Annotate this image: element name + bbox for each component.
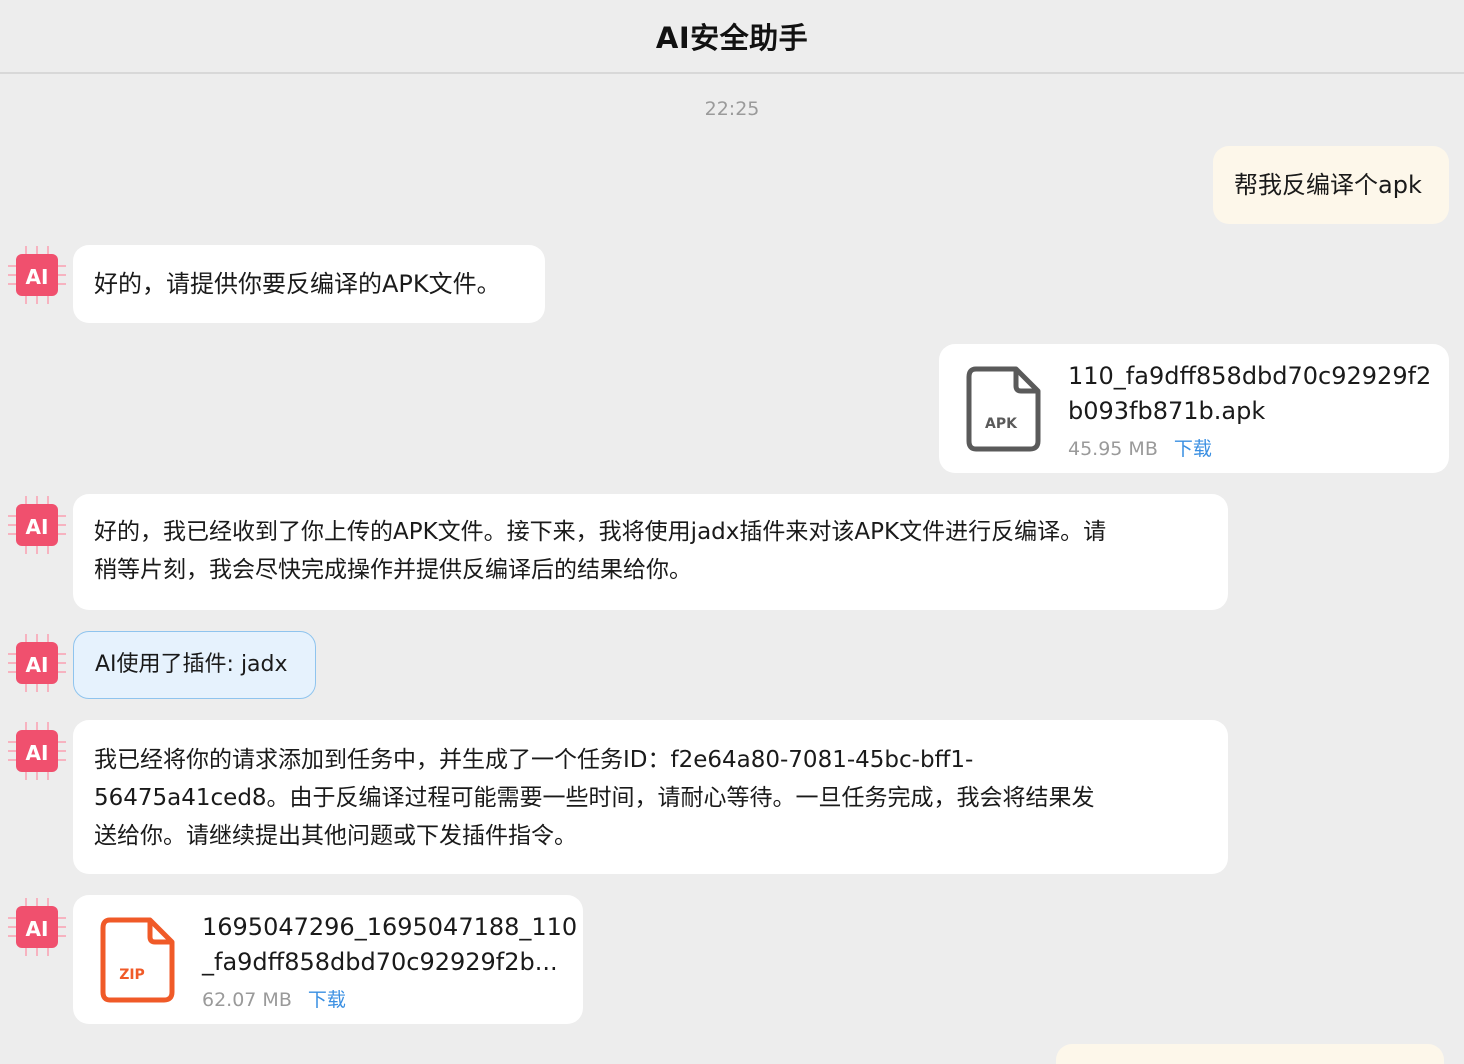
apk-file-icon: APK	[966, 366, 1041, 452]
plugin-notice-bubble: AI使用了插件: jadx	[73, 631, 316, 699]
ai-message-line: 送给你。请继续提出其他问题或下发插件指令。	[94, 823, 577, 849]
chat-title: AI安全助手	[655, 21, 809, 55]
svg-text:APK: APK	[985, 416, 1018, 432]
ai-message-bubble[interactable]: 好的，我已经收到了你上传的APK文件。接下来，我将使用jadx插件来对该APK文…	[73, 494, 1228, 610]
svg-text:AI: AI	[26, 917, 49, 941]
user-file-message[interactable]: APK 110_fa9dff858dbd70c92929f2 b093fb871…	[939, 344, 1449, 473]
ai-chip-avatar-icon: AI	[8, 496, 66, 554]
file-name: 1695047296_1695047188_110	[202, 913, 578, 941]
download-link[interactable]: 下载	[1174, 438, 1212, 460]
ai-chip-avatar-icon: AI	[8, 722, 66, 780]
svg-text:AI: AI	[26, 265, 49, 289]
file-name-cont: _fa9dff858dbd70c92929f2b...	[202, 948, 558, 976]
ai-chip-avatar-icon: AI	[8, 246, 66, 304]
ai-chip-avatar-icon: AI	[8, 634, 66, 692]
ai-message-line: 我已经将你的请求添加到任务中，并生成了一个任务ID：f2e64a80-7081-…	[94, 747, 974, 773]
file-size: 62.07 MB	[202, 989, 292, 1011]
svg-text:AI: AI	[26, 653, 49, 677]
ai-message-line: 好的，我已经收到了你上传的APK文件。接下来，我将使用jadx插件来对该APK文…	[94, 519, 1107, 545]
svg-text:ZIP: ZIP	[119, 967, 145, 983]
ai-message-bubble[interactable]: 好的，请提供你要反编译的APK文件。	[73, 245, 545, 323]
ai-message-bubble[interactable]: 我已经将你的请求添加到任务中，并生成了一个任务ID：f2e64a80-7081-…	[73, 720, 1228, 874]
ai-message-text: 好的，请提供你要反编译的APK文件。	[94, 270, 501, 298]
user-message-bubble[interactable]: 帮我反编译个apk	[1213, 146, 1449, 224]
ai-file-message[interactable]: ZIP 1695047296_1695047188_110 _fa9dff858…	[73, 895, 583, 1024]
ai-message-line: 稍等片刻，我会尽快完成操作并提供反编译后的结果给你。	[94, 557, 692, 583]
user-message-text: 帮我反编译个apk	[1234, 171, 1422, 199]
svg-text:AI: AI	[26, 741, 49, 765]
file-name-cont: b093fb871b.apk	[1068, 397, 1266, 425]
zip-file-icon: ZIP	[100, 917, 175, 1003]
plugin-notice-text: AI使用了插件: jadx	[95, 652, 288, 677]
svg-text:AI: AI	[26, 515, 49, 539]
download-link[interactable]: 下载	[308, 989, 346, 1011]
file-size: 45.95 MB	[1068, 438, 1158, 460]
ai-chip-avatar-icon: AI	[8, 898, 66, 956]
ai-message-line: 56475a41ced8。由于反编译过程可能需要一些时间，请耐心等待。一旦任务完…	[94, 785, 1095, 811]
message-timestamp: 22:25	[704, 98, 760, 120]
chat-header: AI安全助手	[0, 0, 1464, 74]
file-name: 110_fa9dff858dbd70c92929f2	[1068, 362, 1432, 390]
user-message-bubble-partial[interactable]	[1056, 1044, 1444, 1064]
